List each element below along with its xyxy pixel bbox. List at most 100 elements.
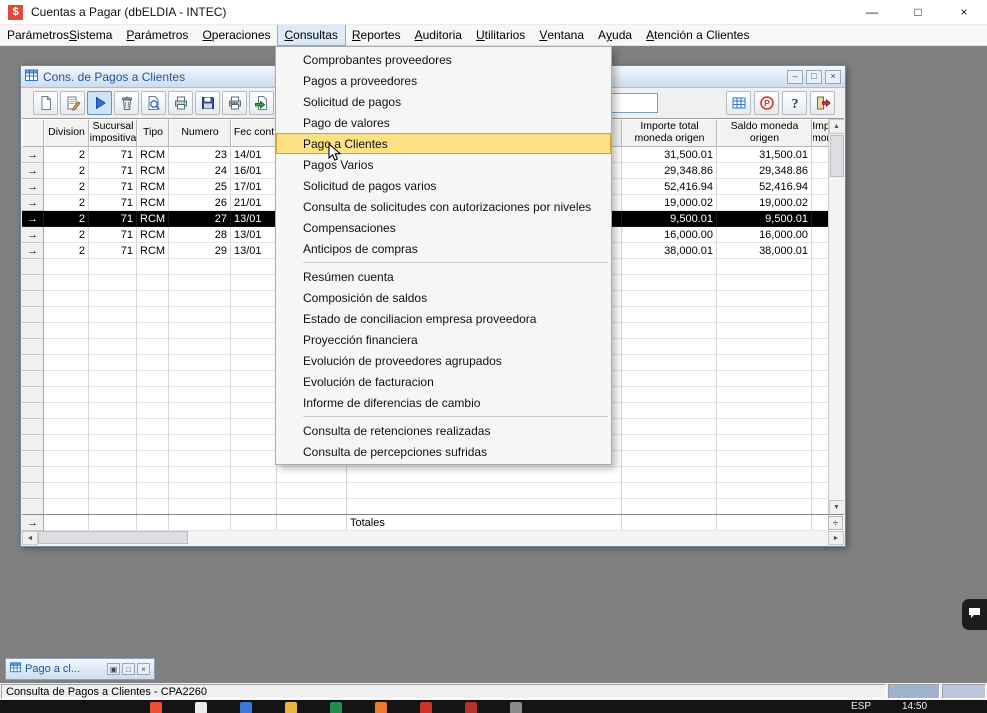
- menu-item-pago-a-clientes[interactable]: Pago a Clientes: [276, 133, 611, 154]
- menu-item-solicitud-de-pagos[interactable]: Solicitud de pagos: [276, 91, 611, 112]
- chat-bubble-icon: [968, 607, 981, 622]
- cell-fecha: [231, 259, 277, 275]
- horizontal-scrollbar-thumb[interactable]: [38, 531, 188, 544]
- taskbar-app-icon[interactable]: [285, 702, 297, 713]
- scroll-up-icon[interactable]: ▲: [829, 119, 845, 134]
- print-preview-button[interactable]: [141, 91, 166, 115]
- close-button[interactable]: ×: [941, 0, 987, 24]
- vertical-scrollbar-thumb[interactable]: [830, 135, 844, 177]
- help-button[interactable]: ?: [782, 91, 807, 115]
- process-button[interactable]: P: [754, 91, 779, 115]
- vertical-scrollbar[interactable]: ▲ ▼: [828, 119, 844, 515]
- minimize-button[interactable]: —: [849, 0, 895, 24]
- menu-item-evolucion-de-proveedores-agrupados[interactable]: Evolución de proveedores agrupados: [276, 350, 611, 371]
- menubar-item-reportes[interactable]: Reportes: [345, 25, 408, 45]
- menubar-item-parametros-sistema[interactable]: Parámetros Sistema: [0, 25, 119, 45]
- cell-numero: [169, 403, 231, 419]
- print-color-button[interactable]: [222, 91, 247, 115]
- run-query-button[interactable]: [87, 91, 112, 115]
- menubar-item-ventana[interactable]: Ventana: [532, 25, 591, 45]
- cell-saldo: [717, 515, 812, 531]
- child-maximize-button[interactable]: □: [806, 70, 822, 84]
- floating-chat-widget[interactable]: [962, 599, 987, 630]
- delete-record-button[interactable]: [114, 91, 139, 115]
- cell-division: [44, 419, 89, 435]
- menubar-item-consultas[interactable]: Consultas: [278, 25, 345, 45]
- menu-item-pagos-a-proveedores[interactable]: Pagos a proveedores: [276, 70, 611, 91]
- taskbar-app-icon[interactable]: [240, 702, 252, 713]
- column-header-saldo-moneda-origen[interactable]: Saldo moneda origen: [717, 119, 812, 147]
- column-header-tipo[interactable]: Tipo: [137, 119, 169, 147]
- column-header-numero[interactable]: Numero: [169, 119, 231, 147]
- save-button[interactable]: [195, 91, 220, 115]
- scroll-down-icon[interactable]: ▼: [829, 500, 845, 515]
- menu-item-estado-de-conciliacion-empresa-proveedora[interactable]: Estado de conciliacion empresa proveedor…: [276, 308, 611, 329]
- grid-row-empty[interactable]: [22, 499, 844, 515]
- menu-item-composicion-de-saldos[interactable]: Composición de saldos: [276, 287, 611, 308]
- menu-item-pagos-varios[interactable]: Pagos Varios: [276, 154, 611, 175]
- minimized-window-pago-a-clientes[interactable]: Pago a cl... ▣ □ ×: [5, 658, 155, 680]
- menubar-item-auditoria[interactable]: Auditoria: [408, 25, 469, 45]
- child-close-button[interactable]: ×: [825, 70, 841, 84]
- exit-button[interactable]: [810, 91, 835, 115]
- totals-spinner[interactable]: ÷: [828, 516, 843, 530]
- taskbar-app-icon[interactable]: [195, 702, 207, 713]
- taskbar-app-icon[interactable]: [420, 702, 432, 713]
- print-button[interactable]: [168, 91, 193, 115]
- cell-saldo: [717, 371, 812, 387]
- menu-item-pago-de-valores[interactable]: Pago de valores: [276, 112, 611, 133]
- taskbar-app-icon[interactable]: [375, 702, 387, 713]
- menu-item-consulta-de-percepciones-sufridas[interactable]: Consulta de percepciones sufridas: [276, 441, 611, 462]
- close-button[interactable]: ×: [137, 663, 150, 675]
- menu-item-compensaciones[interactable]: Compensaciones: [276, 217, 611, 238]
- taskbar-app-icon[interactable]: [330, 702, 342, 713]
- menu-item-comprobantes-proveedores[interactable]: Comprobantes proveedores: [276, 49, 611, 70]
- row-indicator: [22, 323, 44, 339]
- language-indicator[interactable]: ESP: [851, 701, 871, 712]
- cell-division: [44, 403, 89, 419]
- horizontal-scrollbar[interactable]: ◄ ►: [22, 531, 844, 545]
- new-document-button[interactable]: [33, 91, 58, 115]
- menubar-item-parametros[interactable]: Parámetros: [119, 25, 195, 45]
- export-report-button[interactable]: [249, 91, 274, 115]
- grid-row-empty[interactable]: [22, 467, 844, 483]
- menu-item-solicitud-de-pagos-varios[interactable]: Solicitud de pagos varios: [276, 175, 611, 196]
- scroll-right-icon[interactable]: ►: [828, 531, 844, 545]
- totals-row[interactable]: →Totales: [22, 515, 844, 531]
- menubar-item-ayuda[interactable]: Ayuda: [591, 25, 639, 45]
- menubar-item-operaciones[interactable]: Operaciones: [195, 25, 277, 45]
- cell-fecha: [231, 371, 277, 387]
- menu-item-proyeccion-financiera[interactable]: Proyección financiera: [276, 329, 611, 350]
- menubar-item-atencion-a-clientes[interactable]: Atención a Clientes: [639, 25, 756, 45]
- windows-taskbar: ESP 14:50: [0, 700, 987, 713]
- cell-saldo: [717, 323, 812, 339]
- clock[interactable]: 14:50: [902, 701, 927, 712]
- save-icon: [200, 95, 216, 111]
- column-header-fec-cont[interactable]: Fec cont: [231, 119, 277, 147]
- menu-item-anticipos-de-compras[interactable]: Anticipos de compras: [276, 238, 611, 259]
- maximize-button[interactable]: □: [122, 663, 135, 675]
- scroll-left-icon[interactable]: ◄: [22, 531, 38, 545]
- menubar-item-utilitarios[interactable]: Utilitarios: [469, 25, 532, 45]
- column-header-importe-total-moneda-origen[interactable]: Importe total moneda origen: [622, 119, 717, 147]
- menu-item-evolucion-de-facturacion[interactable]: Evolución de facturacion: [276, 371, 611, 392]
- menu-item-informe-de-diferencias-de-cambio[interactable]: Informe de diferencias de cambio: [276, 392, 611, 413]
- minimized-window-controls: ▣ □ ×: [107, 663, 150, 675]
- restore-button[interactable]: ▣: [107, 663, 120, 675]
- column-header-division[interactable]: Division: [44, 119, 89, 147]
- menu-item-consulta-de-solicitudes-con-autorizaciones-por-niveles[interactable]: Consulta de solicitudes con autorizacion…: [276, 196, 611, 217]
- cell-fecha: 16/01: [231, 163, 277, 179]
- taskbar-app-icon[interactable]: [465, 702, 477, 713]
- grid-view-button[interactable]: [726, 91, 751, 115]
- grid-row-empty[interactable]: [22, 483, 844, 499]
- taskbar-app-icon[interactable]: [510, 702, 522, 713]
- cell-fecha: [231, 275, 277, 291]
- column-header-sucursal-impositiva[interactable]: Sucursal impositiva: [89, 119, 137, 147]
- grid-view-icon: [731, 95, 747, 111]
- edit-record-button[interactable]: [60, 91, 85, 115]
- taskbar-app-icon[interactable]: [150, 702, 162, 713]
- child-minimize-button[interactable]: –: [787, 70, 803, 84]
- menu-item-consulta-de-retenciones-realizadas[interactable]: Consulta de retenciones realizadas: [276, 420, 611, 441]
- menu-item-resumen-cuenta[interactable]: Resúmen cuenta: [276, 266, 611, 287]
- maximize-button[interactable]: □: [895, 0, 941, 24]
